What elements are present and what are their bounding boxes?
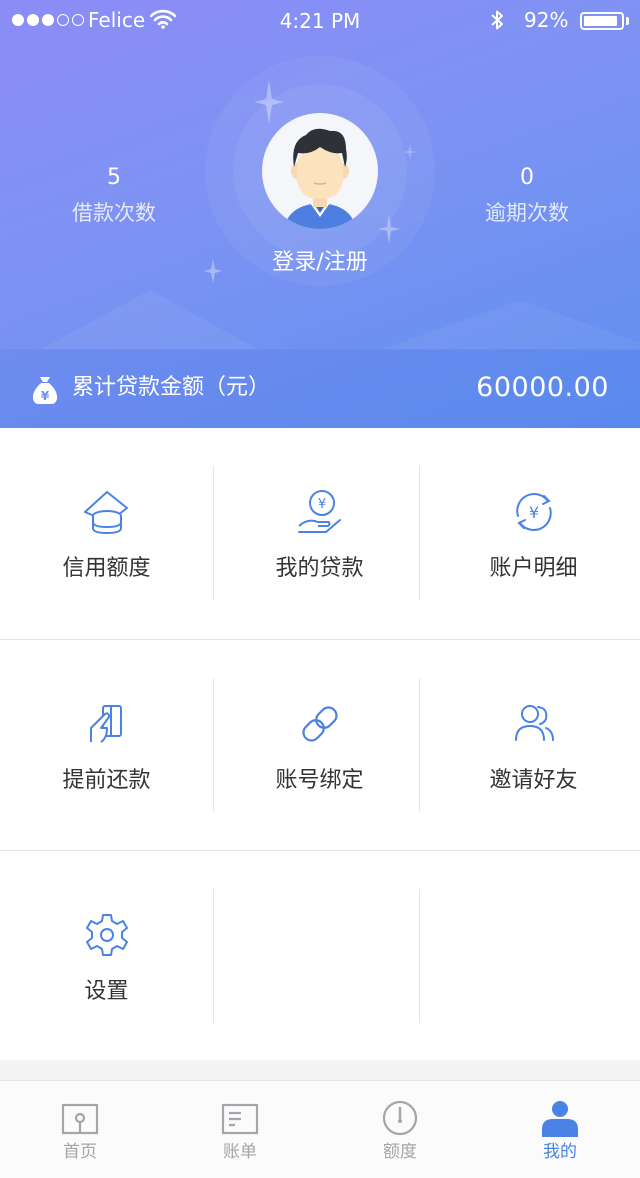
- menu-label: 账号绑定: [275, 768, 364, 793]
- borrow-count-stat[interactable]: 5 借款次数: [14, 162, 214, 230]
- feature-row: 设置: [0, 851, 640, 1062]
- borrow-count-value: 5: [107, 165, 121, 190]
- feature-grid: 信用额度 ¥ 我的贷款 ¥ 账户明细 提前还款 账号绑定 邀请好友 设置: [0, 428, 640, 1060]
- bluetooth-icon: [491, 10, 503, 30]
- loan-total-amount: 60000.00: [476, 372, 609, 403]
- my-loan-button[interactable]: ¥ 我的贷款: [213, 428, 426, 639]
- loan-total-label: 累计贷款金额（元）: [72, 375, 271, 400]
- credit-limit-icon: [84, 491, 128, 535]
- tab-label: 首页: [63, 1142, 97, 1162]
- menu-label: 账户明细: [489, 556, 578, 581]
- tab-mine[interactable]: 我的: [480, 1081, 640, 1178]
- tab-label: 额度: [383, 1142, 417, 1162]
- overdue-count-label: 逾期次数: [485, 201, 569, 225]
- sparkle-icon: [404, 144, 416, 160]
- mountain-decoration: [40, 290, 260, 350]
- menu-label: 信用额度: [62, 556, 151, 581]
- menu-label: 邀请好友: [489, 768, 578, 793]
- profile-header: Felice 4:21 PM 92% 5 借款次数 0 逾期次数 登录/注册 ¥…: [0, 0, 640, 428]
- account-detail-button[interactable]: ¥ 账户明细: [427, 428, 640, 639]
- divider: [419, 889, 420, 1023]
- gauge-icon: [382, 1100, 418, 1136]
- divider: [213, 466, 214, 600]
- feature-row: 提前还款 账号绑定 邀请好友: [0, 640, 640, 851]
- invite-friends-icon: [515, 705, 554, 741]
- battery-percentage: 92%: [524, 8, 569, 32]
- early-repay-icon: [90, 705, 122, 743]
- overdue-count-value: 0: [520, 165, 534, 190]
- user-avatar-icon: [284, 128, 356, 229]
- my-loan-icon: ¥: [298, 490, 341, 533]
- battery-tip: [626, 17, 629, 25]
- yuan-glyph: ¥: [318, 497, 326, 512]
- settings-button[interactable]: 设置: [0, 851, 213, 1062]
- mountain-decoration: [380, 300, 640, 350]
- avatar[interactable]: [262, 113, 378, 229]
- menu-label: 我的贷款: [275, 556, 364, 581]
- battery-icon: [580, 12, 624, 30]
- person-icon: [542, 1101, 578, 1137]
- divider: [213, 678, 214, 812]
- tab-bill[interactable]: 账单: [160, 1081, 320, 1178]
- yuan-glyph: ¥: [529, 503, 539, 522]
- tab-label: 账单: [223, 1142, 257, 1162]
- borrow-count-label: 借款次数: [72, 201, 156, 225]
- home-icon: [61, 1103, 99, 1135]
- gear-icon: [86, 914, 128, 956]
- sparkle-icon: [378, 214, 400, 244]
- credit-limit-button[interactable]: 信用额度: [0, 428, 213, 639]
- login-register-link[interactable]: 登录/注册: [220, 246, 420, 280]
- bill-icon: [221, 1103, 259, 1135]
- divider: [419, 466, 420, 600]
- loan-summary-bar: ¥ 累计贷款金额（元） 60000.00: [0, 349, 640, 428]
- battery-level: [584, 16, 618, 26]
- menu-label: 设置: [84, 979, 129, 1004]
- account-detail-icon: ¥: [516, 493, 552, 531]
- early-repay-button[interactable]: 提前还款: [0, 640, 213, 851]
- money-bag-icon: ¥: [32, 377, 58, 404]
- divider: [419, 678, 420, 812]
- divider: [213, 889, 214, 1023]
- menu-label: 提前还款: [62, 768, 151, 793]
- account-binding-button[interactable]: 账号绑定: [213, 640, 426, 851]
- money-bag-glyph: ¥: [41, 389, 50, 403]
- feature-row: 信用额度 ¥ 我的贷款 ¥ 账户明细: [0, 428, 640, 639]
- link-icon: [302, 706, 338, 742]
- tab-bar: 首页 账单 额度 我的: [0, 1080, 640, 1178]
- tab-quota[interactable]: 额度: [320, 1081, 480, 1178]
- tab-home[interactable]: 首页: [0, 1081, 160, 1178]
- status-bar: Felice 4:21 PM 92%: [0, 0, 640, 40]
- sparkle-icon: [254, 80, 284, 124]
- tab-label: 我的: [543, 1142, 577, 1162]
- overdue-count-stat[interactable]: 0 逾期次数: [427, 162, 627, 230]
- invite-friends-button[interactable]: 邀请好友: [427, 640, 640, 851]
